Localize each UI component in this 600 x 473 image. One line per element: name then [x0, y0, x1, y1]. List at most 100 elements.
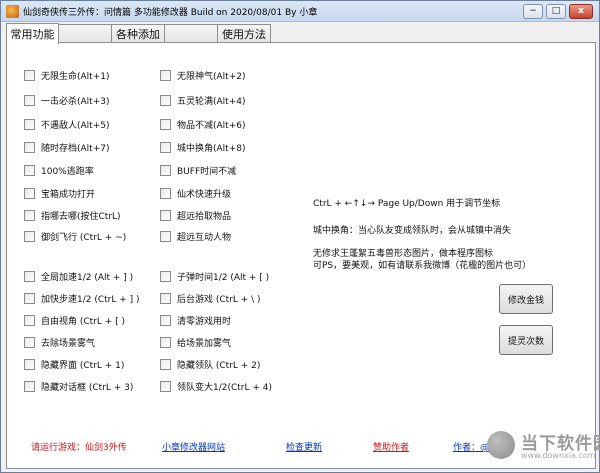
checkbox-label: 给场景加雾气 [177, 338, 232, 349]
checkbox-box[interactable] [160, 141, 171, 153]
info-contact: 可PS，要美观，如有请联系我微博（花楹的图片也可） [313, 261, 532, 271]
tab-blank-2[interactable] [164, 24, 218, 43]
checkbox-box[interactable] [24, 209, 35, 221]
checkbox-label: 指哪去哪(按住CtrL) [41, 211, 121, 222]
checkbox-box[interactable] [160, 358, 171, 370]
checkbox-box[interactable] [160, 380, 171, 392]
checkbox-label: 不遇敌人(Alt+5) [41, 120, 110, 131]
checkbox-fast-skill-level[interactable]: 仙术快速升级 [160, 186, 231, 200]
checkbox-box[interactable] [24, 270, 35, 282]
checkbox-hide-leader[interactable]: 隐藏领队 (CtrL + 2) [160, 357, 260, 371]
watermark-logo-icon [487, 431, 515, 459]
checkbox-buff-no-decay[interactable]: BUFF时间不减 [160, 163, 236, 177]
minimize-button[interactable]: − [523, 4, 543, 19]
checkbox-open-chests[interactable]: 宝箱成功打开 [24, 186, 95, 200]
modify-money-button[interactable]: 修改金钱 [499, 284, 553, 314]
checkbox-label: 无限神气(Alt+2) [177, 71, 246, 82]
checkbox-label: 随时存档(Alt+7) [41, 143, 110, 154]
checkbox-box[interactable] [24, 187, 35, 199]
checkbox-label: 自由视角 (CtrL + [ ) [41, 316, 126, 327]
info-coordinate-hint: CtrL + ←↑↓→ Page Up/Down 用于调节坐标 [313, 199, 501, 209]
checkbox-label: 一击必杀(Alt+3) [41, 96, 110, 107]
checkbox-swap-character[interactable]: 城中换角(Alt+8) [160, 140, 245, 154]
checkbox-label: BUFF时间不减 [177, 166, 237, 177]
checkbox-background-play[interactable]: 后台游戏 (CtrL + \ ) [160, 291, 261, 305]
checkbox-box[interactable] [160, 118, 171, 130]
checkbox-box[interactable] [160, 314, 171, 326]
title-bar[interactable]: 仙剑奇侠传三外传：问情篇 多功能修改器 Build on 2020/08/01 … [1, 1, 599, 22]
tab-blank-1[interactable] [58, 24, 112, 43]
checkbox-box[interactable] [160, 187, 171, 199]
checkbox-box[interactable] [24, 141, 35, 153]
checkbox-box[interactable] [160, 292, 171, 304]
checkbox-box[interactable] [160, 230, 171, 242]
close-button[interactable]: x [569, 4, 593, 19]
checkbox-box[interactable] [24, 69, 35, 81]
checkbox-label: 物品不减(Alt+6) [177, 120, 246, 131]
checkbox-box[interactable] [160, 209, 171, 221]
maximize-button[interactable]: □ [546, 4, 566, 19]
checkbox-label: 隐藏界面 (CtrL + 1) [41, 360, 125, 371]
checkbox-box[interactable] [24, 336, 35, 348]
checkbox-box[interactable] [24, 358, 35, 370]
checkbox-bullet-time[interactable]: 子弹时间1/2 (Alt + [ ) [160, 269, 269, 283]
checkbox-box[interactable] [24, 314, 35, 326]
checkbox-label: 超远互动人物 [177, 232, 232, 243]
checkbox-label: 隐藏对话框 (CtrL + 3) [41, 382, 134, 393]
checkbox-label: 宝箱成功打开 [41, 189, 96, 200]
donate-link[interactable]: 赞助作者 [373, 440, 409, 453]
checkbox-box[interactable] [24, 380, 35, 392]
checkbox-sword-flight[interactable]: 御剑飞行 (CtrL + ~) [24, 229, 126, 243]
checkbox-one-hit-kill[interactable]: 一击必杀(Alt+3) [24, 93, 109, 107]
tab-usage[interactable]: 使用方法 [217, 24, 271, 43]
tab-common-functions[interactable]: 常用功能 [6, 23, 59, 44]
check-update-link[interactable]: 检查更新 [286, 440, 322, 453]
checkbox-label: 领队变大1/2(CtrL + 4) [177, 382, 273, 393]
checkbox-label: 子弹时间1/2 (Alt + [ ) [177, 272, 270, 283]
checkbox-box[interactable] [160, 164, 171, 176]
checkbox-reset-playtime[interactable]: 清零游戏用时 [160, 313, 231, 327]
checkbox-box[interactable] [24, 292, 35, 304]
checkbox-global-speed[interactable]: 全局加速1/2 (Alt + ] ) [24, 269, 133, 283]
checkbox-box[interactable] [24, 164, 35, 176]
checkbox-no-encounters[interactable]: 不遇敌人(Alt+5) [24, 117, 109, 131]
checkbox-remove-fog[interactable]: 去除场景雾气 [24, 335, 95, 349]
checkbox-five-spirits-full[interactable]: 五灵轮满(Alt+4) [160, 93, 245, 107]
checkbox-label: 加快步速1/2 (CtrL + ] ) [41, 294, 140, 305]
checkbox-infinite-hp[interactable]: 无限生命(Alt+1) [24, 68, 109, 82]
checkbox-box[interactable] [24, 94, 35, 106]
checkbox-box[interactable] [160, 94, 171, 106]
checkbox-label: 仙术快速升级 [177, 189, 232, 200]
checkbox-items-not-consumed[interactable]: 物品不减(Alt+6) [160, 117, 245, 131]
checkbox-add-fog[interactable]: 给场景加雾气 [160, 335, 231, 349]
checkbox-hide-dialog[interactable]: 隐藏对话框 (CtrL + 3) [24, 379, 133, 393]
checkbox-box[interactable] [24, 118, 35, 130]
website-link[interactable]: 小章修改器网站 [162, 440, 225, 453]
window-title: 仙剑奇侠传三外传：问情篇 多功能修改器 Build on 2020/08/01 … [23, 8, 318, 18]
checkbox-box[interactable] [160, 69, 171, 81]
checkbox-enlarge-leader[interactable]: 领队变大1/2(CtrL + 4) [160, 379, 272, 393]
checkbox-box[interactable] [160, 270, 171, 282]
checkbox-save-anywhere[interactable]: 随时存档(Alt+7) [24, 140, 109, 154]
checkbox-label: 后台游戏 (CtrL + \ ) [177, 294, 261, 305]
checkbox-label: 全局加速1/2 (Alt + ] ) [41, 272, 134, 283]
checkbox-label: 清零游戏用时 [177, 316, 232, 327]
checkbox-label: 去除场景雾气 [41, 338, 96, 349]
checkbox-escape-rate[interactable]: 100%逃跑率 [24, 163, 94, 177]
checkbox-label: 御剑飞行 (CtrL + ~) [41, 232, 127, 243]
checkbox-infinite-mp[interactable]: 无限神气(Alt+2) [160, 68, 245, 82]
tab-bar: 常用功能 各种添加 使用方法 [6, 23, 596, 44]
extract-count-button[interactable]: 提灵次数 [499, 325, 553, 355]
app-icon [6, 5, 19, 18]
checkbox-teleport-click[interactable]: 指哪去哪(按住CtrL) [24, 208, 121, 222]
checkbox-free-camera[interactable]: 自由视角 (CtrL + [ ) [24, 313, 125, 327]
tab-add-items[interactable]: 各种添加 [111, 24, 165, 43]
checkbox-hide-ui[interactable]: 隐藏界面 (CtrL + 1) [24, 357, 124, 371]
checkbox-label: 超远拾取物品 [177, 211, 232, 222]
checkbox-far-interact[interactable]: 超远互动人物 [160, 229, 231, 243]
checkbox-box[interactable] [24, 230, 35, 242]
checkbox-box[interactable] [160, 336, 171, 348]
checkbox-walk-speed[interactable]: 加快步速1/2 (CtrL + ] ) [24, 291, 140, 305]
checkbox-label: 城中换角(Alt+8) [177, 143, 246, 154]
checkbox-far-pickup[interactable]: 超远拾取物品 [160, 208, 231, 222]
